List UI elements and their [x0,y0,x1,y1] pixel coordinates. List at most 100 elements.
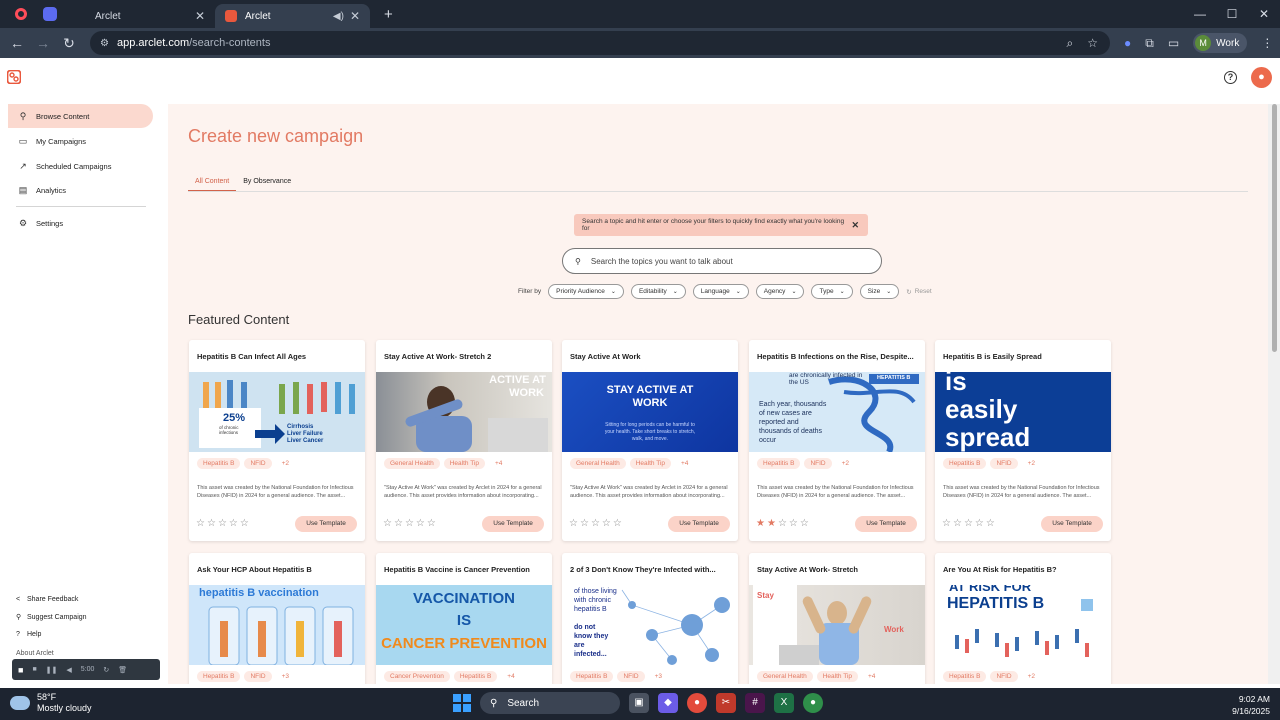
camera-icon[interactable]: ■ [18,665,23,675]
star-icon[interactable]: ☆ [218,518,227,529]
star-icon[interactable]: ☆ [569,518,578,529]
tag-chip[interactable]: NFID [244,458,272,469]
browser-tab-2[interactable]: Arclet ◀) ✕ [215,4,370,28]
card-image[interactable]: is easily spread [935,372,1111,452]
use-template-button[interactable]: Use Template [855,516,917,532]
tag-chip[interactable]: Hepatitis B [197,671,241,682]
tag-chip[interactable]: General Health [570,458,626,469]
extension-icon[interactable]: ● [1124,36,1131,50]
tag-more[interactable]: +3 [276,671,295,682]
tab-all-content[interactable]: All Content [188,176,237,191]
search-input[interactable]: ⚲ Search the topics you want to talk abo… [562,248,882,274]
app-icon[interactable] [43,7,57,21]
restart-icon[interactable]: ↻ [103,666,109,674]
content-card[interactable]: Stay Active At Work- Stretch Stay Work G… [749,553,925,684]
tag-chip[interactable]: NFID [244,671,272,682]
record-icon[interactable] [15,8,27,20]
tag-chip[interactable]: Hepatitis B [197,458,241,469]
card-image[interactable]: AT RISK FOR HEPATITIS B [935,585,1111,665]
filter-type[interactable]: Type ⌄ [811,284,853,299]
windows-start-icon[interactable] [453,694,471,712]
star-icon[interactable]: ☆ [416,518,425,529]
puzzle-icon[interactable]: ⧉ [1145,36,1154,51]
snipping-tool-icon[interactable]: ✂ [716,693,736,713]
tag-more[interactable]: +2 [1022,671,1041,682]
help-icon[interactable]: ? [1224,71,1237,84]
card-image[interactable]: STAY ACTIVE AT WORK Sitting for long per… [562,372,738,452]
card-image[interactable]: of those living with chronic hepatitis B… [562,585,738,665]
tag-chip[interactable]: General Health [757,671,813,682]
content-card[interactable]: Ask Your HCP About Hepatitis B hepatitis… [189,553,365,684]
tab-by-observance[interactable]: By Observance [236,176,298,191]
content-card[interactable]: Stay Active At Work- Stretch 2 ACTIVE AT… [376,340,552,541]
content-card[interactable]: 2 of 3 Don't Know They're Infected with.… [562,553,738,684]
tag-more[interactable]: +4 [501,671,520,682]
tag-chip[interactable]: NFID [990,458,1018,469]
new-tab-button[interactable]: + [384,6,393,23]
menu-kebab-icon[interactable]: ⋮ [1261,36,1273,50]
tag-chip[interactable]: NFID [804,458,832,469]
tag-more[interactable]: +4 [862,671,881,682]
use-template-button[interactable]: Use Template [482,516,544,532]
tag-more[interactable]: +3 [649,671,668,682]
site-info-icon[interactable]: ⚙ [100,38,109,49]
close-window-button[interactable]: ✕ [1248,0,1280,28]
tag-more[interactable]: +4 [675,458,694,469]
filter-agency[interactable]: Agency ⌄ [755,284,805,299]
close-tab-icon[interactable]: ✕ [350,9,360,23]
task-view-icon[interactable]: ▣ [629,693,649,713]
tag-chip[interactable]: Hepatitis B [943,671,987,682]
bookmark-star-icon[interactable]: ☆ [1087,36,1098,51]
arclet-logo-icon[interactable] [7,70,21,84]
sidebar-item-analytics[interactable]: ▤ Analytics [8,178,153,202]
star-rating[interactable]: ☆ ☆ ☆ ☆ ☆ [569,518,622,529]
star-icon[interactable]: ☆ [986,518,995,529]
star-icon[interactable]: ☆ [942,518,951,529]
audio-icon[interactable]: ◀) [333,11,344,22]
system-clock[interactable]: 9:02 AM 9/16/2025 [1232,693,1270,717]
star-icon[interactable]: ★ [767,518,776,529]
chrome-icon[interactable]: ● [687,693,707,713]
sidebar-item-settings[interactable]: ⚙ Settings [8,211,153,235]
star-icon[interactable]: ☆ [975,518,984,529]
star-icon[interactable]: ☆ [580,518,589,529]
star-icon[interactable]: ☆ [196,518,205,529]
content-card[interactable]: Hepatitis B is Easily Spread is easily s… [935,340,1111,541]
scrollbar-thumb[interactable] [1272,104,1277,352]
card-image[interactable]: are chronically infected in the US HEPAT… [749,372,925,452]
tag-chip[interactable]: General Health [384,458,440,469]
star-icon[interactable]: ☆ [405,518,414,529]
maximize-button[interactable]: ☐ [1216,0,1248,28]
star-rating[interactable]: ☆ ☆ ☆ ☆ ☆ [383,518,436,529]
content-card[interactable]: Hepatitis B Can Infect All Ages 25% of c… [189,340,365,541]
card-image[interactable]: ACTIVE AT WORK [376,372,552,452]
star-icon[interactable]: ☆ [394,518,403,529]
star-icon[interactable]: ☆ [613,518,622,529]
suggest-campaign-link[interactable]: ⚲ Suggest Campaign [16,613,87,622]
card-image[interactable]: hepatitis B vaccination [189,585,365,665]
reset-filters-button[interactable]: ↻ Reset [906,288,931,296]
star-icon[interactable]: ☆ [229,518,238,529]
tag-chip[interactable]: Hepatitis B [570,671,614,682]
minimize-button[interactable]: — [1184,0,1216,28]
sidebar-toggle-icon[interactable]: ▭ [1168,36,1179,50]
slack-icon[interactable]: # [745,693,765,713]
filter-size[interactable]: Size ⌄ [859,284,900,299]
tag-more[interactable]: +2 [836,458,855,469]
about-link[interactable]: About Arclet [16,650,54,657]
star-icon[interactable]: ☆ [427,518,436,529]
weather-widget[interactable]: 58°F Mostly cloudy [10,692,92,714]
user-avatar-icon[interactable]: ● [1251,67,1272,88]
content-card[interactable]: Hepatitis B Infections on the Rise, Desp… [749,340,925,541]
star-icon[interactable]: ☆ [591,518,600,529]
tag-more[interactable]: +2 [1022,458,1041,469]
copilot-icon[interactable]: ◆ [658,693,678,713]
star-icon[interactable]: ☆ [800,518,809,529]
share-feedback-link[interactable]: < Share Feedback [16,596,78,603]
profile-button[interactable]: M Work [1193,33,1248,53]
tag-chip[interactable]: Cancer Prevention [384,671,450,682]
filter-editability[interactable]: Editability ⌄ [630,284,686,299]
content-card[interactable]: Hepatitis B Vaccine is Cancer Prevention… [376,553,552,684]
card-image[interactable]: VACCINATION IS CANCER PREVENTION [376,585,552,665]
star-icon[interactable]: ☆ [964,518,973,529]
